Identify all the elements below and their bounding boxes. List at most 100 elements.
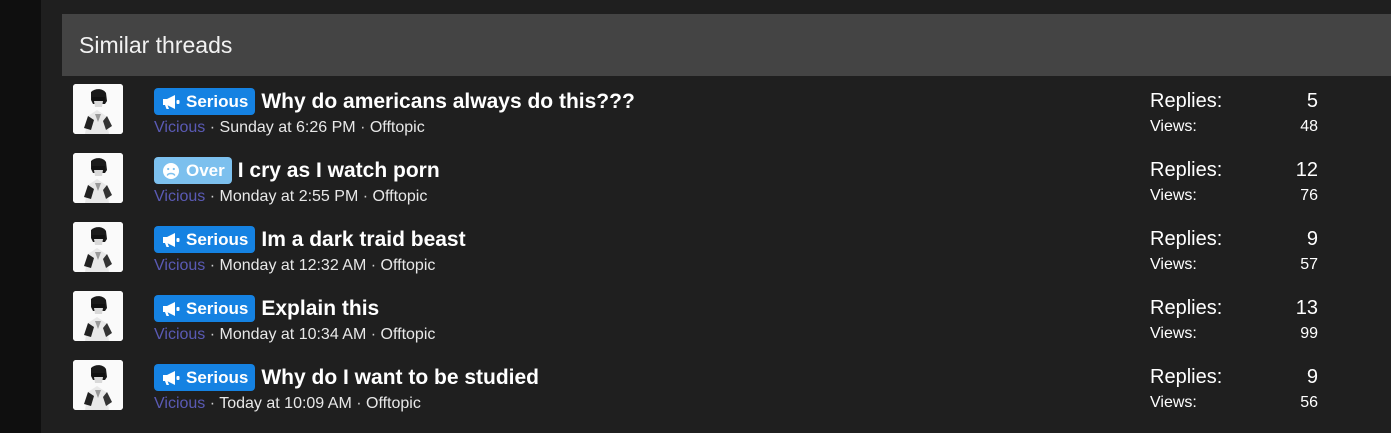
replies-count: 9 <box>1306 227 1318 250</box>
thread-title-line: Serious Why do I want to be studied <box>154 364 539 391</box>
replies-stat: Replies: 9 <box>1150 226 1318 252</box>
replies-count: 13 <box>1295 296 1318 319</box>
similar-threads-block: Similar threads Serious Why do americans… <box>41 0 1391 433</box>
thread-title-line: Serious Why do americans always do this?… <box>154 88 635 115</box>
meta-separator: · <box>370 257 377 274</box>
prefix-label: Serious <box>186 298 249 318</box>
thread-stats: Replies: 9 Views: 56 <box>1150 364 1318 416</box>
prefix-label: Serious <box>186 91 249 111</box>
thread-title-link[interactable]: Why do americans always do this??? <box>261 90 634 114</box>
replies-count: 9 <box>1306 365 1318 388</box>
megaphone-icon <box>160 231 182 249</box>
views-stat: Views: 99 <box>1150 321 1318 347</box>
author-link[interactable]: Vicious <box>154 119 205 136</box>
prefix-badge[interactable]: Over <box>154 157 232 184</box>
thread-title-line: Serious Im a dark traid beast <box>154 226 466 253</box>
thread-row: Serious Im a dark traid beast Vicious · … <box>62 214 1391 283</box>
replies-label: Replies: <box>1150 296 1223 319</box>
prefix-badge[interactable]: Serious <box>154 364 256 391</box>
meta-separator: · <box>209 257 216 274</box>
thread-date[interactable]: Today at 10:09 AM <box>219 395 352 412</box>
prefix-badge[interactable]: Serious <box>154 226 256 253</box>
views-stat: Views: 76 <box>1150 183 1318 209</box>
thread-title-link[interactable]: Im a dark traid beast <box>261 228 465 252</box>
thread-meta: Vicious · Monday at 10:34 AM · Offtopic <box>154 326 435 344</box>
author-link[interactable]: Vicious <box>154 257 205 274</box>
avatar[interactable] <box>73 84 123 134</box>
avatar[interactable] <box>73 360 123 410</box>
replies-label: Replies: <box>1150 89 1223 112</box>
meta-separator: · <box>362 188 369 205</box>
thread-date[interactable]: Sunday at 6:26 PM <box>220 119 356 136</box>
avatar[interactable] <box>73 291 123 341</box>
avatar[interactable] <box>73 222 123 272</box>
thread-row: Serious Why do americans always do this?… <box>62 76 1391 145</box>
replies-label: Replies: <box>1150 365 1223 388</box>
author-link[interactable]: Vicious <box>154 326 205 343</box>
meta-separator: · <box>360 119 366 136</box>
forum-link[interactable]: Offtopic <box>373 188 428 205</box>
megaphone-icon <box>160 369 182 387</box>
thread-meta: Vicious · Monday at 12:32 AM · Offtopic <box>154 257 435 275</box>
replies-count: 5 <box>1306 89 1318 112</box>
thread-row: Serious Explain this Vicious · Monday at… <box>62 283 1391 352</box>
thread-title-line: Over I cry as I watch porn <box>154 157 440 184</box>
views-label: Views: <box>1150 394 1197 411</box>
thread-date[interactable]: Monday at 10:34 AM <box>220 326 367 343</box>
forum-link[interactable]: Offtopic <box>366 395 421 412</box>
block-header: Similar threads <box>62 14 1391 76</box>
views-count: 48 <box>1300 118 1318 135</box>
replies-stat: Replies: 13 <box>1150 295 1318 321</box>
replies-stat: Replies: 12 <box>1150 157 1318 183</box>
views-label: Views: <box>1150 187 1197 204</box>
thread-date[interactable]: Monday at 12:32 AM <box>220 257 367 274</box>
replies-label: Replies: <box>1150 227 1223 250</box>
thread-row: Serious Why do I want to be studied Vici… <box>62 352 1391 421</box>
thread-date[interactable]: Monday at 2:55 PM <box>220 188 359 205</box>
thread-title-link[interactable]: I cry as I watch porn <box>238 159 440 183</box>
thread-title-link[interactable]: Why do I want to be studied <box>261 366 539 390</box>
forum-link[interactable]: Offtopic <box>381 257 436 274</box>
thread-stats: Replies: 12 Views: 76 <box>1150 157 1318 209</box>
views-label: Views: <box>1150 118 1197 135</box>
meta-separator: · <box>356 395 362 412</box>
views-count: 57 <box>1300 256 1318 273</box>
prefix-label: Over <box>186 160 225 180</box>
prefix-badge[interactable]: Serious <box>154 88 256 115</box>
avatar[interactable] <box>73 153 123 203</box>
views-label: Views: <box>1150 325 1197 342</box>
block-title: Similar threads <box>79 31 233 58</box>
meta-separator: · <box>209 119 216 136</box>
views-stat: Views: 56 <box>1150 390 1318 416</box>
author-link[interactable]: Vicious <box>154 395 205 412</box>
thread-meta: Vicious · Today at 10:09 AM · Offtopic <box>154 395 421 413</box>
prefix-badge[interactable]: Serious <box>154 295 256 322</box>
views-stat: Views: 48 <box>1150 114 1318 140</box>
views-count: 76 <box>1300 187 1318 204</box>
prefix-label: Serious <box>186 367 249 387</box>
replies-stat: Replies: 9 <box>1150 364 1318 390</box>
left-gutter <box>0 0 41 433</box>
thread-title-line: Serious Explain this <box>154 295 379 322</box>
thread-meta: Vicious · Sunday at 6:26 PM · Offtopic <box>154 119 425 137</box>
replies-count: 12 <box>1295 158 1318 181</box>
prefix-label: Serious <box>186 229 249 249</box>
meta-separator: · <box>209 395 216 412</box>
thread-stats: Replies: 13 Views: 99 <box>1150 295 1318 347</box>
megaphone-icon <box>160 300 182 318</box>
forum-link[interactable]: Offtopic <box>381 326 436 343</box>
views-label: Views: <box>1150 256 1197 273</box>
thread-stats: Replies: 9 Views: 57 <box>1150 226 1318 278</box>
thread-stats: Replies: 5 Views: 48 <box>1150 88 1318 140</box>
thread-row: Over I cry as I watch porn Vicious · Mon… <box>62 145 1391 214</box>
replies-stat: Replies: 5 <box>1150 88 1318 114</box>
megaphone-icon <box>160 93 182 111</box>
forum-link[interactable]: Offtopic <box>370 119 425 136</box>
meta-separator: · <box>209 326 216 343</box>
thread-meta: Vicious · Monday at 2:55 PM · Offtopic <box>154 188 427 206</box>
author-link[interactable]: Vicious <box>154 188 205 205</box>
meta-separator: · <box>209 188 216 205</box>
meta-separator: · <box>370 326 377 343</box>
replies-label: Replies: <box>1150 158 1223 181</box>
thread-title-link[interactable]: Explain this <box>261 297 379 321</box>
